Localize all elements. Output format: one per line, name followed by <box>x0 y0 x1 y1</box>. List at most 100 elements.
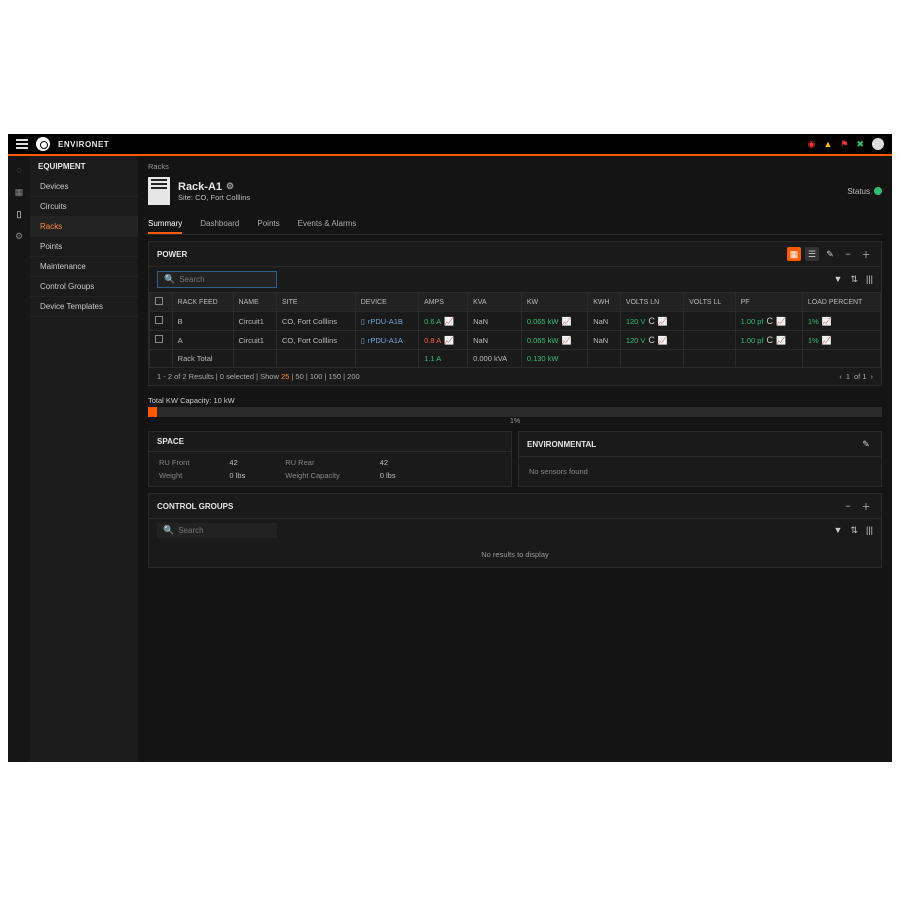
env-title: ENVIRONMENTAL <box>527 440 596 449</box>
menu-button[interactable] <box>16 139 28 149</box>
device-link[interactable]: rPDU-A1B <box>368 317 403 326</box>
sidebar-item-maintenance[interactable]: Maintenance <box>30 257 138 277</box>
edit-button[interactable]: ✎ <box>823 247 837 261</box>
chart-icon[interactable]: 📈 <box>776 317 786 326</box>
sidebar-item-points[interactable]: Points <box>30 237 138 257</box>
power-row[interactable]: BCircuit1CO, Fort Colllins▯ rPDU-A1B0.6 … <box>150 312 881 331</box>
columns-icon[interactable]: ||| <box>866 525 873 536</box>
user-avatar[interactable] <box>872 138 884 150</box>
power-row[interactable]: ACircuit1CO, Fort Colllins▯ rPDU-A1A0.8 … <box>150 331 881 350</box>
col-name[interactable]: NAME <box>233 293 276 312</box>
pager-summary-a: 1 - 2 of 2 Results | 0 selected | Show <box>157 372 281 381</box>
col-volts-ln[interactable]: VOLTS LN <box>620 293 683 312</box>
power-search-input[interactable] <box>179 275 270 284</box>
select-all-checkbox[interactable] <box>155 297 163 305</box>
sort-icon[interactable]: ⇅ <box>850 525 858 536</box>
col-kva[interactable]: KVA <box>468 293 522 312</box>
site-value: CO, Fort Colllins <box>195 193 250 202</box>
col-site[interactable]: SITE <box>277 293 356 312</box>
tab-summary[interactable]: Summary <box>148 215 182 234</box>
weight-key: Weight <box>159 471 182 480</box>
sidebar-item-racks[interactable]: Racks <box>30 217 138 237</box>
filter-icon[interactable]: ▼ <box>834 525 843 536</box>
kw-capacity-label: Total KW Capacity: 10 kW <box>148 396 882 405</box>
sort-icon[interactable]: ⇅ <box>850 274 858 285</box>
remove-button[interactable]: − <box>841 247 855 261</box>
env-empty-msg: No sensors found <box>519 457 881 486</box>
col-load-percent[interactable]: LOAD PERCENT <box>802 293 880 312</box>
sidebar-item-devices[interactable]: Devices <box>30 177 138 197</box>
filter-icon[interactable]: ▼ <box>834 274 843 285</box>
cg-search-box[interactable]: 🔍 <box>157 523 277 538</box>
alert-critical-icon[interactable]: ◉ <box>808 139 816 150</box>
env-edit-button[interactable]: ✎ <box>859 437 873 451</box>
alert-warning-icon[interactable]: ▲ <box>823 139 832 149</box>
ru-rear-val: 42 <box>380 458 396 467</box>
pager-page: 1 <box>846 372 850 381</box>
breadcrumb[interactable]: Racks <box>148 162 882 171</box>
site-prefix: Site: <box>178 193 193 202</box>
gear-icon[interactable]: ⚙ <box>226 181 234 192</box>
wcap-key: Weight Capacity <box>285 471 339 480</box>
capacitor-icon: C <box>648 316 655 326</box>
ru-front-key: RU Front <box>159 458 189 467</box>
capacitor-icon: C <box>767 335 774 345</box>
col-kw[interactable]: KW <box>521 293 587 312</box>
cg-remove-button[interactable]: − <box>841 499 855 513</box>
view-grid-button[interactable]: ▦ <box>787 247 801 261</box>
wcap-val: 0 lbs <box>380 471 396 480</box>
power-search-box[interactable]: 🔍 <box>157 271 277 288</box>
row-checkbox[interactable] <box>155 316 163 324</box>
power-title: POWER <box>157 250 187 259</box>
col-rack-feed[interactable]: RACK FEED <box>172 293 233 312</box>
tab-points[interactable]: Points <box>257 215 279 234</box>
power-total-row: Rack Total1.1 A0.000 kVA0.130 kW <box>150 350 881 368</box>
view-list-button[interactable]: ☰ <box>805 247 819 261</box>
chart-icon[interactable]: 📈 <box>658 317 668 326</box>
space-title: SPACE <box>157 437 184 446</box>
chart-icon[interactable]: 📈 <box>562 317 572 326</box>
cg-search-input[interactable] <box>178 526 271 535</box>
chart-icon[interactable]: 📈 <box>444 317 454 326</box>
rail-item-analytics[interactable]: ▦ <box>13 186 25 198</box>
brand-logo <box>36 137 50 151</box>
chart-icon[interactable]: 📈 <box>444 336 454 345</box>
cg-title: CONTROL GROUPS <box>157 502 233 511</box>
rail-item-dashboard[interactable]: ◌ <box>13 164 25 176</box>
chart-icon[interactable]: 📈 <box>658 336 668 345</box>
tools-icon[interactable]: ✖ <box>856 139 864 150</box>
add-button[interactable]: ＋ <box>859 247 873 261</box>
col-pf[interactable]: PF <box>735 293 802 312</box>
sidebar-item-device-templates[interactable]: Device Templates <box>30 297 138 317</box>
chart-icon[interactable]: 📈 <box>562 336 572 345</box>
sidebar-item-circuits[interactable]: Circuits <box>30 197 138 217</box>
chart-icon[interactable]: 📈 <box>776 336 786 345</box>
rail-item-settings[interactable]: ⚙ <box>13 230 25 242</box>
weight-val: 0 lbs <box>229 471 245 480</box>
search-icon: 🔍 <box>163 525 174 536</box>
pager-summary-c: | 50 | 100 | 150 | 200 <box>289 372 359 381</box>
col-volts-ll[interactable]: VOLTS LL <box>684 293 735 312</box>
tab-events-alarms[interactable]: Events & Alarms <box>298 215 357 234</box>
pager-of: of 1 <box>854 372 867 381</box>
kw-capacity-bar <box>148 407 882 417</box>
sidebar-item-control-groups[interactable]: Control Groups <box>30 277 138 297</box>
capacitor-icon: C <box>648 335 655 345</box>
pager-next-icon[interactable]: › <box>871 372 874 381</box>
device-icon: ▯ <box>361 336 365 345</box>
col-device[interactable]: DEVICE <box>355 293 418 312</box>
pager-prev-icon[interactable]: ‹ <box>839 372 842 381</box>
col-amps[interactable]: AMPS <box>419 293 468 312</box>
chart-icon[interactable]: 📈 <box>822 336 832 345</box>
device-icon: ▯ <box>361 317 365 326</box>
cg-add-button[interactable]: ＋ <box>859 499 873 513</box>
columns-icon[interactable]: ||| <box>866 274 873 285</box>
alert-flag-icon[interactable]: ⚑ <box>840 139 848 150</box>
tab-dashboard[interactable]: Dashboard <box>200 215 239 234</box>
row-checkbox[interactable] <box>155 335 163 343</box>
status-ok-icon <box>874 187 882 195</box>
chart-icon[interactable]: 📈 <box>822 317 832 326</box>
rail-item-equipment[interactable]: ▯ <box>13 208 25 220</box>
device-link[interactable]: rPDU-A1A <box>368 336 403 345</box>
col-kwh[interactable]: KWH <box>588 293 621 312</box>
